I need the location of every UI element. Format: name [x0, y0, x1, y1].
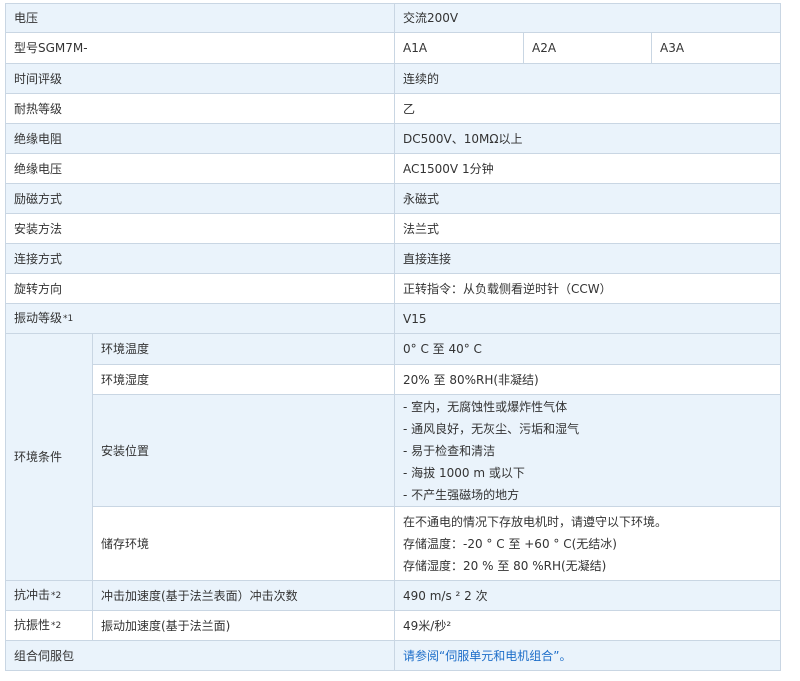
row-env-humidity: 环境湿度 20% 至 80%RH(非凝结): [6, 364, 782, 395]
row-excitation: 励磁方式 永磁式: [4, 183, 782, 214]
insulation-voltage-label: 绝缘电压: [4, 153, 396, 184]
shock-cell: 抗冲击*2: [5, 580, 93, 611]
excitation-label: 励磁方式: [4, 183, 396, 214]
env-location-line: - 不产生强磁场的地方: [403, 487, 520, 502]
environment-label: 环境条件: [5, 333, 93, 581]
time-rating-label: 时间评级: [4, 63, 396, 94]
excitation-value: 永磁式: [394, 183, 782, 214]
rotation-value: 正转指令：从负载侧看逆时针（CCW）: [394, 273, 782, 304]
env-location-line: - 通风良好，无灰尘、污垢和湿气: [403, 421, 580, 436]
row-shock: 抗冲击*2 冲击加速度(基于法兰表面）冲击次数 490 m/s ² 2 次: [5, 580, 782, 611]
vibration-grade-label: 振动等级: [14, 311, 63, 325]
mounting-value: 法兰式: [394, 213, 782, 244]
env-location-line: - 海拔 1000 m 或以下: [403, 465, 525, 480]
env-storage-line: 存储温度：-20 ° C 至 +60 ° C(无结冰): [403, 536, 617, 551]
heat-class-label: 耐热等级: [4, 93, 396, 124]
rotation-label: 旋转方向: [4, 273, 396, 304]
heat-class-value: 乙: [394, 93, 782, 124]
row-connection: 连接方式 直接连接: [4, 243, 782, 274]
vibration-grade-value: V15: [394, 303, 782, 334]
env-location-line: - 易于检查和清洁: [403, 443, 496, 458]
shock-note: *2: [51, 591, 62, 601]
insulation-resistance-label: 绝缘电阻: [4, 123, 396, 154]
vibration-grade-cell: 振动等级*1: [4, 303, 396, 334]
time-rating-value: 连续的: [394, 63, 782, 94]
row-time-rating: 时间评级 连续的: [4, 63, 782, 94]
row-rotation: 旋转方向 正转指令：从负载侧看逆时针（CCW）: [4, 273, 782, 304]
env-location-label: 安装位置: [91, 394, 396, 507]
row-voltage: 电压 交流200V: [4, 3, 782, 33]
env-storage-line: 存储湿度：20 % 至 80 %RH(无凝结): [403, 558, 607, 573]
model-option-a2a: A2A: [523, 32, 653, 64]
row-insulation-voltage: 绝缘电压 AC1500V 1分钟: [4, 153, 782, 184]
env-temperature-value: 0° C 至 40° C: [394, 333, 782, 365]
row-insulation-resistance: 绝缘电阻 DC500V、10MΩ以上: [4, 123, 782, 154]
model-option-a1a: A1A: [394, 32, 525, 64]
env-storage-line: 在不通电的情况下存放电机时，请遵守以下环境。: [403, 514, 668, 529]
spec-table: 电压 交流200V 型号SGM7M- A1A A2A A3A 时间评级 连续的 …: [4, 3, 782, 671]
env-temperature-label: 环境温度: [91, 333, 396, 365]
row-env-storage: 储存环境 在不通电的情况下存放电机时，请遵守以下环境。 存储温度：-20 ° C…: [6, 506, 782, 581]
voltage-label: 电压: [4, 3, 396, 33]
shock-label: 抗冲击: [14, 588, 51, 602]
row-mounting: 安装方法 法兰式: [4, 213, 782, 244]
env-location-value: - 室内，无腐蚀性或爆炸性气体 - 通风良好，无灰尘、污垢和湿气 - 易于检查和…: [394, 394, 782, 507]
insulation-resistance-value: DC500V、10MΩ以上: [394, 123, 782, 154]
env-storage-label: 储存环境: [91, 506, 396, 581]
row-env-location: 安装位置 - 室内，无腐蚀性或爆炸性气体 - 通风良好，无灰尘、污垢和湿气 - …: [6, 394, 782, 507]
vibration-note: *2: [51, 621, 62, 631]
shock-sub-label: 冲击加速度(基于法兰表面）冲击次数: [91, 580, 396, 611]
env-humidity-value: 20% 至 80%RH(非凝结): [394, 364, 782, 395]
env-storage-value: 在不通电的情况下存放电机时，请遵守以下环境。 存储温度：-20 ° C 至 +6…: [394, 506, 782, 581]
row-heat-class: 耐热等级 乙: [4, 93, 782, 124]
row-model: 型号SGM7M- A1A A2A A3A: [4, 32, 782, 64]
model-label: 型号SGM7M-: [4, 32, 396, 64]
connection-label: 连接方式: [4, 243, 396, 274]
row-env-temperature: 环境条件 环境温度 0° C 至 40° C: [5, 333, 782, 581]
env-location-line: - 室内，无腐蚀性或爆炸性气体: [403, 399, 568, 414]
row-vibration-grade: 振动等级*1 V15: [4, 303, 782, 334]
vibration-grade-note: *1: [63, 314, 74, 324]
servo-pack-label: 组合伺服包: [4, 640, 396, 671]
vibration-label: 抗振性: [14, 618, 51, 632]
mounting-label: 安装方法: [4, 213, 396, 244]
vibration-cell: 抗振性*2: [5, 610, 93, 641]
servo-pack-cell: 请参阅“伺服单元和电机组合”。: [394, 640, 782, 671]
insulation-voltage-value: AC1500V 1分钟: [394, 153, 782, 184]
model-option-a3a: A3A: [651, 32, 782, 64]
servo-pack-link[interactable]: 请参阅“伺服单元和电机组合”。: [403, 649, 571, 663]
vibration-sub-label: 振动加速度(基于法兰面): [91, 610, 396, 641]
row-vibration: 抗振性*2 振动加速度(基于法兰面) 49米/秒²: [5, 610, 782, 641]
connection-value: 直接连接: [394, 243, 782, 274]
voltage-value: 交流200V: [394, 3, 782, 33]
row-servo-pack: 组合伺服包 请参阅“伺服单元和电机组合”。: [4, 640, 782, 671]
env-humidity-label: 环境湿度: [91, 364, 396, 395]
vibration-value: 49米/秒²: [394, 610, 782, 641]
shock-value: 490 m/s ² 2 次: [394, 580, 782, 611]
